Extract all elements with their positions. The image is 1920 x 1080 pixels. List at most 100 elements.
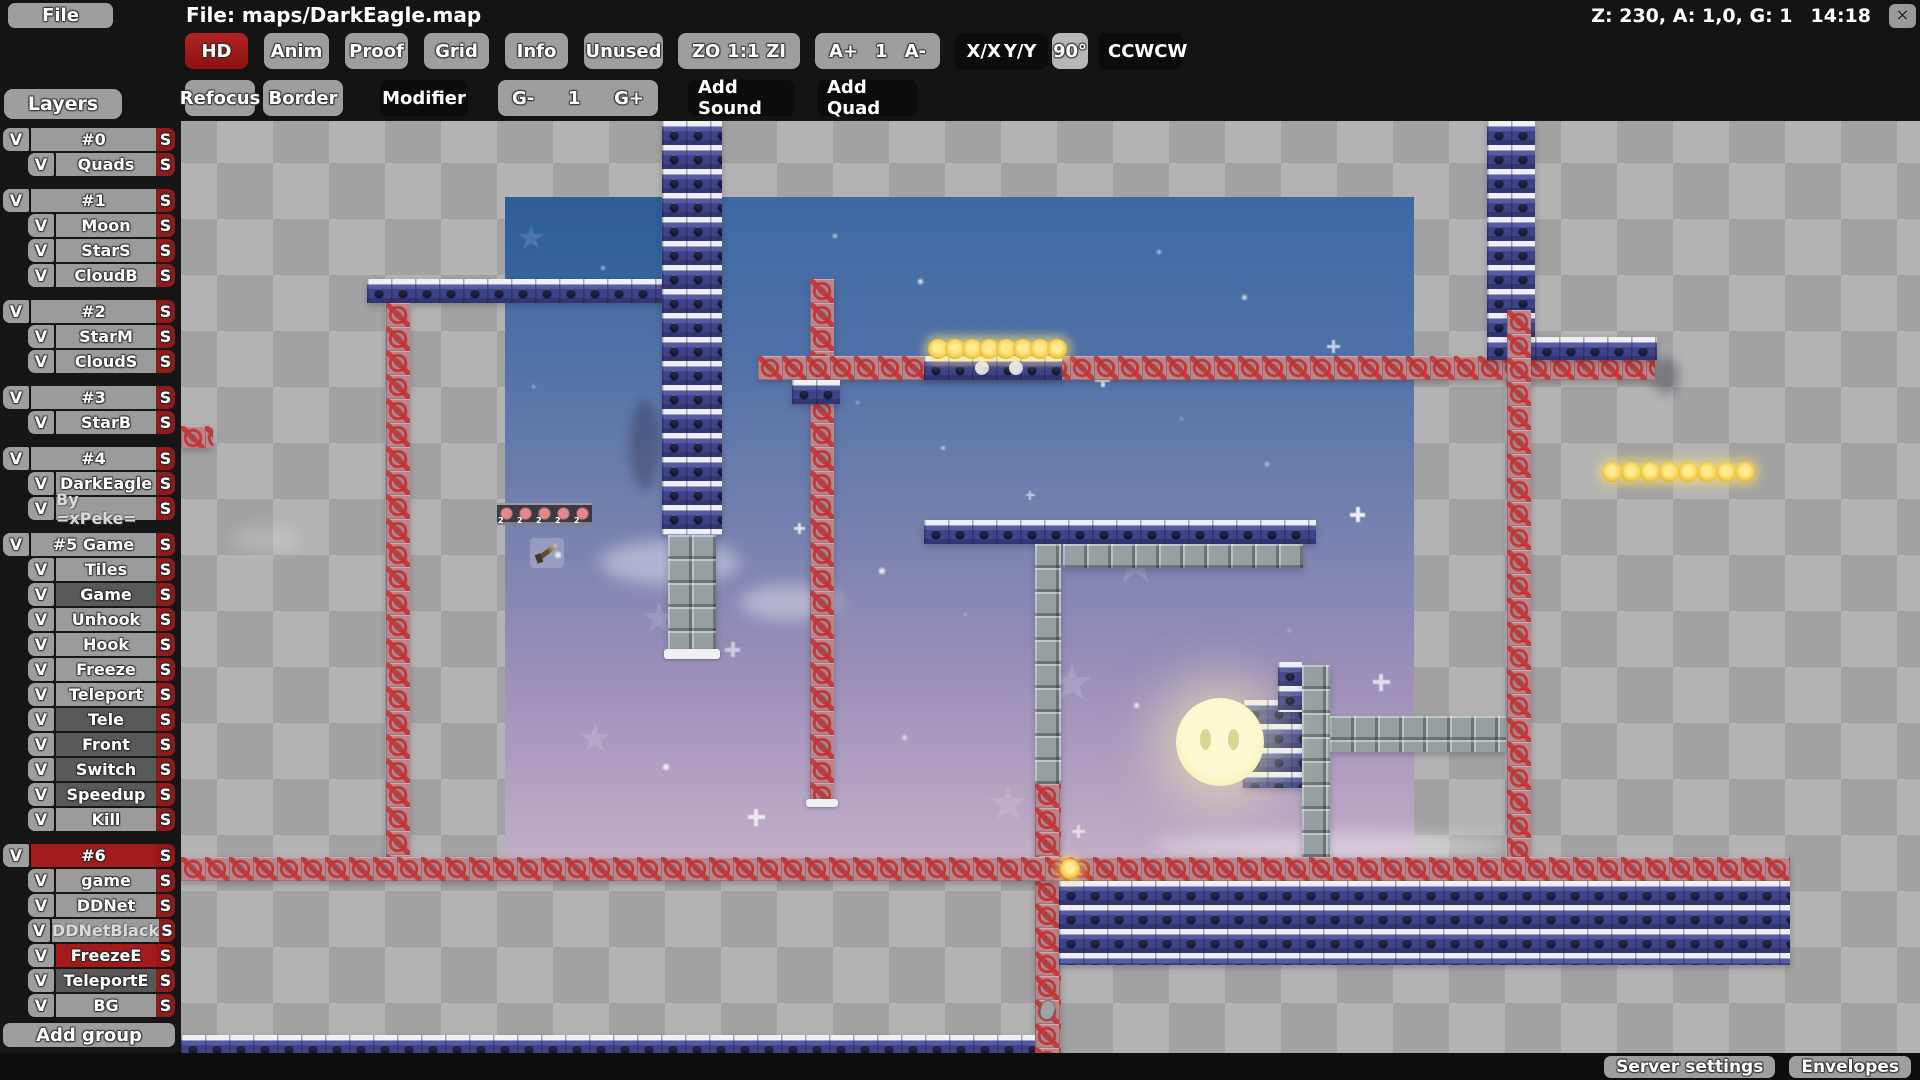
toolbar-button-proof[interactable]: Proof [345,33,408,69]
layer-name-label[interactable]: CloudB [56,264,156,287]
layer-group-row-4[interactable]: V#4S [3,447,175,470]
layer-row-cloudb[interactable]: VCloudBS [28,264,175,287]
toolbar-button-unused[interactable]: Unused [584,33,663,69]
layer-name-label[interactable]: DDNet [56,894,156,917]
layer-settings-button[interactable]: S [156,994,175,1017]
layer-name-label[interactable]: #4 [31,447,156,470]
layer-name-label[interactable]: CloudS [56,350,156,373]
layer-row-stars[interactable]: VStarSS [28,239,175,262]
toolbar-button-add-sound[interactable]: Add Sound [688,80,795,116]
visibility-toggle[interactable]: V [28,733,54,756]
server-settings-button[interactable]: Server settings [1604,1056,1775,1078]
toolbar-button-g[interactable]: G+ [614,88,644,109]
layer-settings-button[interactable]: S [156,386,175,409]
visibility-toggle[interactable]: V [28,894,54,917]
layer-settings-button[interactable]: S [156,969,175,992]
layer-row-switch[interactable]: VSwitchS [28,758,175,781]
toolbar-button-add-quad[interactable]: Add Quad [817,80,917,116]
visibility-toggle[interactable]: V [28,325,54,348]
toolbar-button-refocus[interactable]: Refocus [185,80,255,116]
layer-row-by-xpeke[interactable]: VBy =xPeke=S [28,497,175,520]
visibility-toggle[interactable]: V [3,386,29,409]
layer-settings-button[interactable]: S [156,325,175,348]
visibility-toggle[interactable]: V [3,128,29,151]
layer-group-row-5-game[interactable]: V#5 GameS [3,533,175,556]
layer-settings-button[interactable]: S [156,350,175,373]
close-button[interactable]: ✕ [1889,4,1916,28]
layer-settings-button[interactable]: S [156,733,175,756]
visibility-toggle[interactable]: V [28,658,54,681]
layer-settings-button[interactable]: S [156,869,175,892]
visibility-toggle[interactable]: V [28,153,54,176]
toolbar-button-1-1[interactable]: 1:1 [727,41,759,62]
layer-group-row-0[interactable]: V#0S [3,128,175,151]
layer-row-tiles[interactable]: VTilesS [28,558,175,581]
visibility-toggle[interactable]: V [28,264,54,287]
layer-settings-button[interactable]: S [156,214,175,237]
layer-name-label[interactable]: Front [56,733,156,756]
layer-row-clouds[interactable]: VCloudSS [28,350,175,373]
visibility-toggle[interactable]: V [28,869,54,892]
layer-name-label[interactable]: Unhook [56,608,156,631]
layer-row-game[interactable]: VGameS [28,583,175,606]
layer-name-label[interactable]: #5 Game [31,533,156,556]
layer-group-row-2[interactable]: V#2S [3,300,175,323]
toolbar-button-x-x[interactable]: X/X [967,41,1001,62]
layer-name-label[interactable]: #0 [31,128,156,151]
toolbar-button-a[interactable]: A- [905,41,926,62]
layer-row-starb[interactable]: VStarBS [28,411,175,434]
visibility-toggle[interactable]: V [28,583,54,606]
layers-header[interactable]: Layers [4,89,122,119]
toolbar-button-border[interactable]: Border [263,80,343,116]
layer-name-label[interactable]: TeleportE [56,969,156,992]
visibility-toggle[interactable]: V [28,608,54,631]
toolbar-button-info[interactable]: Info [505,33,568,69]
add-group-button[interactable]: Add group [3,1023,175,1047]
visibility-toggle[interactable]: V [28,633,54,656]
layer-name-label[interactable]: Hook [56,633,156,656]
layer-name-label[interactable]: Switch [56,758,156,781]
visibility-toggle[interactable]: V [28,472,54,495]
layer-row-kill[interactable]: VKillS [28,808,175,831]
layer-settings-button[interactable]: S [156,189,175,212]
layer-settings-button[interactable]: S [156,758,175,781]
layer-name-label[interactable]: #3 [31,386,156,409]
visibility-toggle[interactable]: V [28,783,54,806]
layer-group-row-1[interactable]: V#1S [3,189,175,212]
layer-name-label[interactable]: Moon [56,214,156,237]
layer-name-label[interactable]: #6 [31,844,156,867]
visibility-toggle[interactable]: V [28,994,54,1017]
layer-row-ddnetblack[interactable]: VDDNetBlackS [28,919,175,942]
layer-name-label[interactable]: Tiles [56,558,156,581]
visibility-toggle[interactable]: V [3,189,29,212]
layer-row-teleporte[interactable]: VTeleportES [28,969,175,992]
layer-settings-button[interactable]: S [156,658,175,681]
visibility-toggle[interactable]: V [3,300,29,323]
layer-row-speedup[interactable]: VSpeedupS [28,783,175,806]
layer-name-label[interactable]: Speedup [56,783,156,806]
layer-row-tele[interactable]: VTeleS [28,708,175,731]
layer-group-row-6[interactable]: V#6S [3,844,175,867]
layer-name-label[interactable]: Game [56,583,156,606]
visibility-toggle[interactable]: V [28,411,54,434]
layer-settings-button[interactable]: S [156,472,175,495]
visibility-toggle[interactable]: V [28,239,54,262]
layer-settings-button[interactable]: S [156,264,175,287]
layer-row-front[interactable]: VFrontS [28,733,175,756]
toolbar-button-y-y[interactable]: Y/Y [1004,41,1037,62]
layer-row-game[interactable]: VgameS [28,869,175,892]
layer-settings-button[interactable]: S [156,808,175,831]
visibility-toggle[interactable]: V [3,447,29,470]
layer-name-label[interactable]: Quads [56,153,156,176]
layer-settings-button[interactable]: S [156,497,175,520]
layer-row-freezee[interactable]: VFreezeES [28,944,175,967]
visibility-toggle[interactable]: V [28,558,54,581]
toolbar-button-g[interactable]: G- [512,88,534,109]
layer-settings-button[interactable]: S [156,411,175,434]
layer-row-ddnet[interactable]: VDDNetS [28,894,175,917]
layer-settings-button[interactable]: S [156,583,175,606]
toolbar-button-zo[interactable]: ZO [692,41,720,62]
layer-settings-button[interactable]: S [156,894,175,917]
layer-settings-button[interactable]: S [156,708,175,731]
layer-row-unhook[interactable]: VUnhookS [28,608,175,631]
